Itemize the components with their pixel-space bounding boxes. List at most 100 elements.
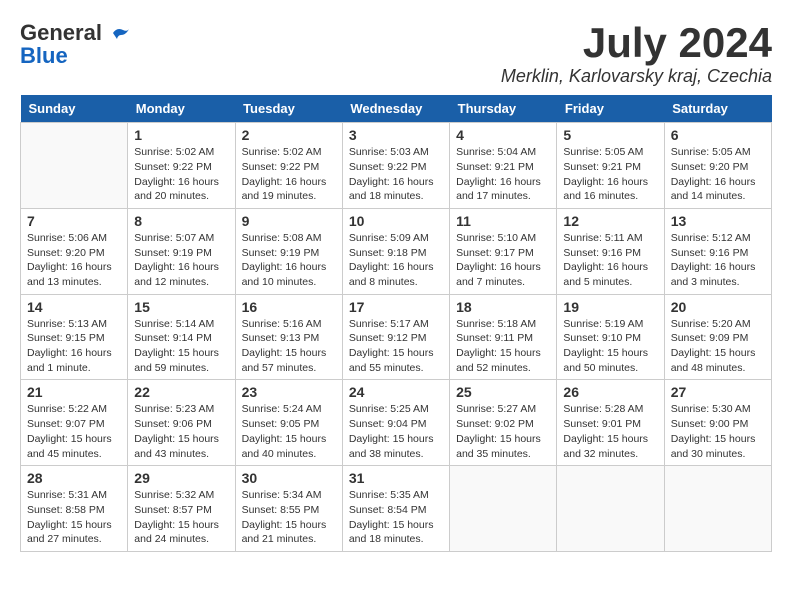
day-number: 21 <box>27 384 121 400</box>
daylight-text: Daylight: 15 hours and 18 minutes. <box>349 518 443 547</box>
calendar-cell: 13Sunrise: 5:12 AMSunset: 9:16 PMDayligh… <box>664 208 771 294</box>
calendar-cell: 7 Sunrise: 5:06 AMSunset: 9:20 PMDaylight… <box>21 208 128 294</box>
calendar-cell <box>21 123 128 209</box>
daylight-text: Daylight: 16 hours and 14 minutes. <box>671 175 765 204</box>
sunrise-text: Sunrise: 5:12 AM <box>671 231 765 246</box>
day-number: 3 <box>349 127 443 143</box>
daylight-text: Daylight: 15 hours and 48 minutes. <box>671 346 765 375</box>
calendar-week-row: 28Sunrise: 5:31 AMSunset: 8:58 PMDayligh… <box>21 466 772 552</box>
day-info: Sunrise: 5:04 AMSunset: 9:21 PMDaylight:… <box>456 145 550 204</box>
day-info: Sunrise: 5:28 AMSunset: 9:01 PMDaylight:… <box>563 402 657 461</box>
sunrise-text: Sunrise: 5:11 AM <box>563 231 657 246</box>
day-number: 10 <box>349 213 443 229</box>
sunrise-text: Sunrise: 5:32 AM <box>134 488 228 503</box>
daylight-text: Daylight: 15 hours and 57 minutes. <box>242 346 336 375</box>
sunrise-text: Sunrise: 5:34 AM <box>242 488 336 503</box>
day-number: 24 <box>349 384 443 400</box>
calendar-cell: 18Sunrise: 5:18 AMSunset: 9:11 PMDayligh… <box>450 294 557 380</box>
calendar-cell: 19Sunrise: 5:19 AMSunset: 9:10 PMDayligh… <box>557 294 664 380</box>
sunrise-text: Sunrise: 5:27 AM <box>456 402 550 417</box>
sunset-text: Sunset: 8:55 PM <box>242 503 336 518</box>
calendar-cell: 1 Sunrise: 5:02 AMSunset: 9:22 PMDaylight… <box>128 123 235 209</box>
sunset-text: Sunset: 9:06 PM <box>134 417 228 432</box>
sunset-text: Sunset: 9:04 PM <box>349 417 443 432</box>
day-number: 27 <box>671 384 765 400</box>
day-number: 11 <box>456 213 550 229</box>
day-number: 7 <box>27 213 121 229</box>
sunrise-text: Sunrise: 5:04 AM <box>456 145 550 160</box>
sunset-text: Sunset: 8:57 PM <box>134 503 228 518</box>
calendar-cell: 16Sunrise: 5:16 AMSunset: 9:13 PMDayligh… <box>235 294 342 380</box>
sunset-text: Sunset: 9:05 PM <box>242 417 336 432</box>
daylight-text: Daylight: 15 hours and 43 minutes. <box>134 432 228 461</box>
day-number: 23 <box>242 384 336 400</box>
calendar-week-row: 14Sunrise: 5:13 AMSunset: 9:15 PMDayligh… <box>21 294 772 380</box>
weekday-header-saturday: Saturday <box>664 95 771 123</box>
day-number: 2 <box>242 127 336 143</box>
daylight-text: Daylight: 15 hours and 27 minutes. <box>27 518 121 547</box>
calendar-cell: 11Sunrise: 5:10 AMSunset: 9:17 PMDayligh… <box>450 208 557 294</box>
day-info: Sunrise: 5:30 AMSunset: 9:00 PMDaylight:… <box>671 402 765 461</box>
day-info: Sunrise: 5:02 AMSunset: 9:22 PMDaylight:… <box>134 145 228 204</box>
sunset-text: Sunset: 9:16 PM <box>671 246 765 261</box>
daylight-text: Daylight: 16 hours and 20 minutes. <box>134 175 228 204</box>
weekday-header-monday: Monday <box>128 95 235 123</box>
daylight-text: Daylight: 16 hours and 3 minutes. <box>671 260 765 289</box>
day-number: 1 <box>134 127 228 143</box>
day-info: Sunrise: 5:06 AMSunset: 9:20 PMDaylight:… <box>27 231 121 290</box>
weekday-header-friday: Friday <box>557 95 664 123</box>
day-info: Sunrise: 5:20 AMSunset: 9:09 PMDaylight:… <box>671 317 765 376</box>
day-number: 29 <box>134 470 228 486</box>
calendar-cell: 5Sunrise: 5:05 AMSunset: 9:21 PMDaylight… <box>557 123 664 209</box>
day-info: Sunrise: 5:17 AMSunset: 9:12 PMDaylight:… <box>349 317 443 376</box>
calendar-cell: 8Sunrise: 5:07 AMSunset: 9:19 PMDaylight… <box>128 208 235 294</box>
sunrise-text: Sunrise: 5:02 AM <box>134 145 228 160</box>
sunset-text: Sunset: 9:00 PM <box>671 417 765 432</box>
sunrise-text: Sunrise: 5:08 AM <box>242 231 336 246</box>
day-info: Sunrise: 5:25 AMSunset: 9:04 PMDaylight:… <box>349 402 443 461</box>
logo-bird-icon <box>109 25 131 47</box>
day-number: 17 <box>349 299 443 315</box>
calendar-cell: 3Sunrise: 5:03 AMSunset: 9:22 PMDaylight… <box>342 123 449 209</box>
calendar-cell: 10Sunrise: 5:09 AMSunset: 9:18 PMDayligh… <box>342 208 449 294</box>
sunset-text: Sunset: 9:01 PM <box>563 417 657 432</box>
sunrise-text: Sunrise: 5:25 AM <box>349 402 443 417</box>
sunrise-text: Sunrise: 5:02 AM <box>242 145 336 160</box>
sunset-text: Sunset: 9:17 PM <box>456 246 550 261</box>
calendar-cell: 27 Sunrise: 5:30 AMSunset: 9:00 PMDayligh… <box>664 380 771 466</box>
sunrise-text: Sunrise: 5:16 AM <box>242 317 336 332</box>
calendar-cell <box>557 466 664 552</box>
day-number: 8 <box>134 213 228 229</box>
calendar-cell: 28Sunrise: 5:31 AMSunset: 8:58 PMDayligh… <box>21 466 128 552</box>
daylight-text: Daylight: 15 hours and 52 minutes. <box>456 346 550 375</box>
daylight-text: Daylight: 15 hours and 35 minutes. <box>456 432 550 461</box>
sunset-text: Sunset: 9:02 PM <box>456 417 550 432</box>
daylight-text: Daylight: 16 hours and 17 minutes. <box>456 175 550 204</box>
daylight-text: Daylight: 16 hours and 1 minute. <box>27 346 121 375</box>
sunset-text: Sunset: 9:15 PM <box>27 331 121 346</box>
calendar-cell <box>450 466 557 552</box>
sunset-text: Sunset: 9:22 PM <box>349 160 443 175</box>
calendar-cell: 14Sunrise: 5:13 AMSunset: 9:15 PMDayligh… <box>21 294 128 380</box>
calendar-cell: 20Sunrise: 5:20 AMSunset: 9:09 PMDayligh… <box>664 294 771 380</box>
day-info: Sunrise: 5:24 AMSunset: 9:05 PMDaylight:… <box>242 402 336 461</box>
day-info: Sunrise: 5:16 AMSunset: 9:13 PMDaylight:… <box>242 317 336 376</box>
weekday-header-sunday: Sunday <box>21 95 128 123</box>
sunrise-text: Sunrise: 5:14 AM <box>134 317 228 332</box>
calendar-cell: 24 Sunrise: 5:25 AMSunset: 9:04 PMDayligh… <box>342 380 449 466</box>
day-info: Sunrise: 5:05 AMSunset: 9:21 PMDaylight:… <box>563 145 657 204</box>
daylight-text: Daylight: 15 hours and 59 minutes. <box>134 346 228 375</box>
day-info: Sunrise: 5:08 AMSunset: 9:19 PMDaylight:… <box>242 231 336 290</box>
sunrise-text: Sunrise: 5:35 AM <box>349 488 443 503</box>
daylight-text: Daylight: 15 hours and 45 minutes. <box>27 432 121 461</box>
calendar-cell <box>664 466 771 552</box>
sunset-text: Sunset: 9:21 PM <box>563 160 657 175</box>
sunset-text: Sunset: 9:13 PM <box>242 331 336 346</box>
sunset-text: Sunset: 9:16 PM <box>563 246 657 261</box>
location-subtitle: Merklin, Karlovarsky kraj, Czechia <box>501 66 772 87</box>
daylight-text: Daylight: 16 hours and 10 minutes. <box>242 260 336 289</box>
title-section: July 2024 Merklin, Karlovarsky kraj, Cze… <box>501 20 772 87</box>
calendar-cell: 22Sunrise: 5:23 AMSunset: 9:06 PMDayligh… <box>128 380 235 466</box>
sunrise-text: Sunrise: 5:23 AM <box>134 402 228 417</box>
weekday-header-row: SundayMondayTuesdayWednesdayThursdayFrid… <box>21 95 772 123</box>
